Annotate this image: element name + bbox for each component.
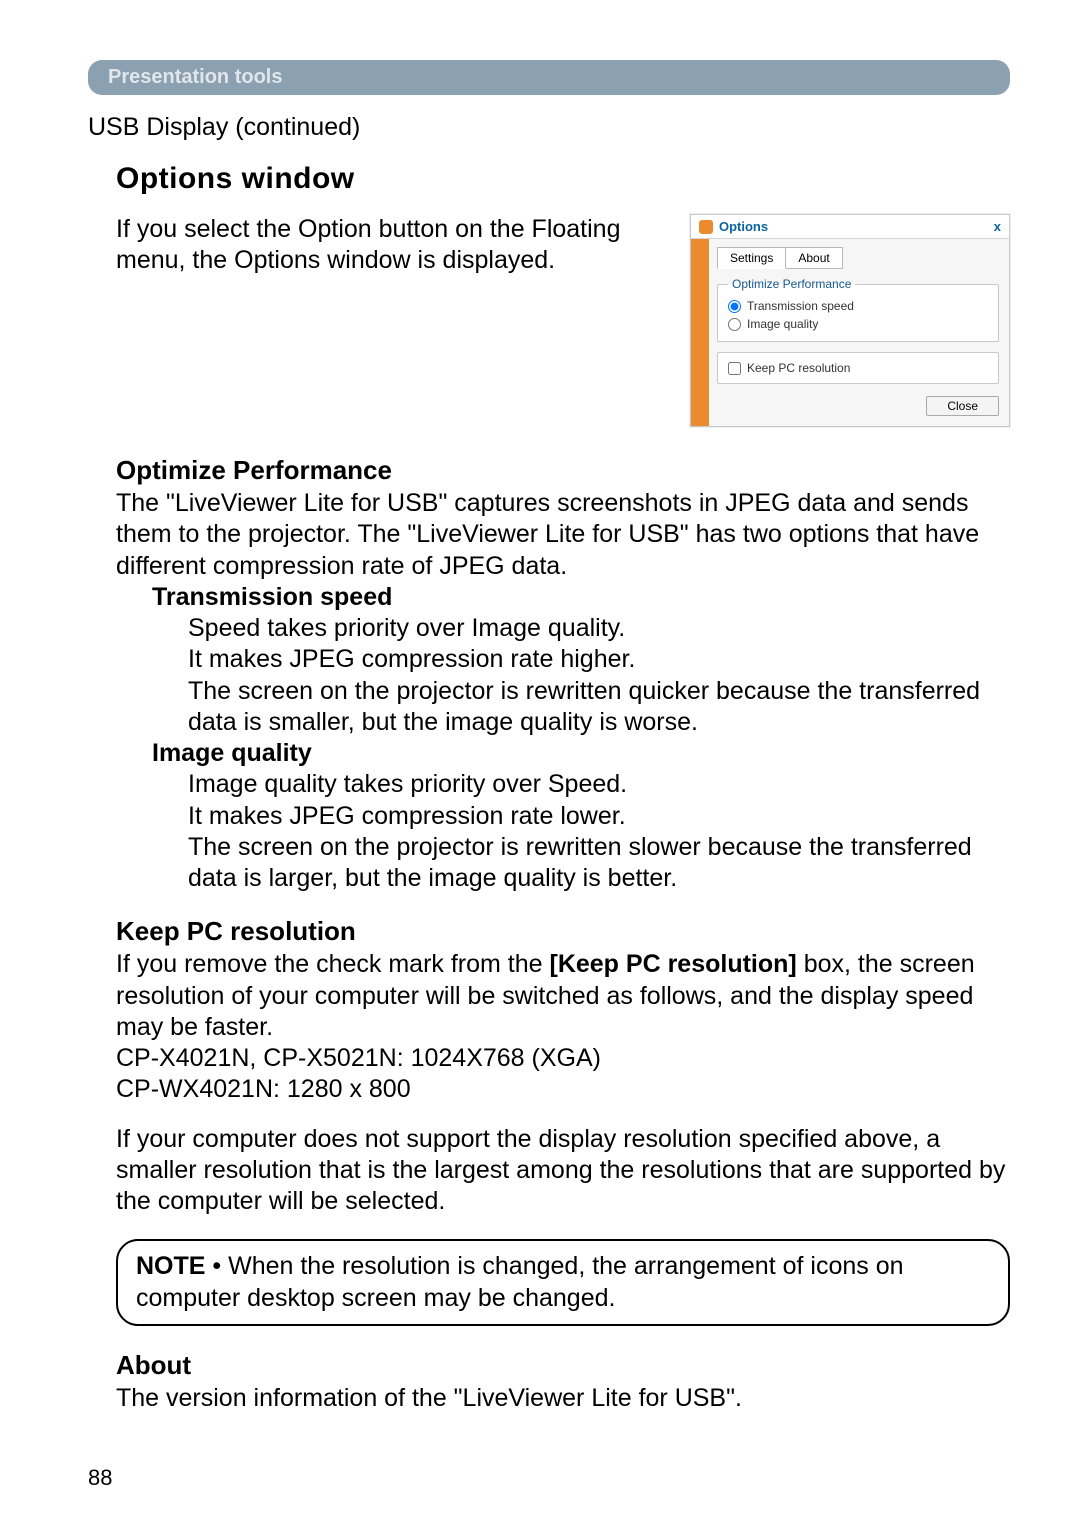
keep-pc-para1: If you remove the check mark from the [K… — [116, 949, 1010, 1043]
speed-line-1: Speed takes priority over Image quality. — [116, 613, 1010, 644]
note-content: NOTE • When the resolution is changed, t… — [136, 1251, 990, 1314]
keep-pc-para2: If your computer does not support the di… — [116, 1124, 1010, 1218]
close-button[interactable]: Close — [926, 396, 999, 416]
dialog-title: Options — [719, 219, 768, 234]
page-number: 88 — [88, 1465, 112, 1491]
quality-line-1: Image quality takes priority over Speed. — [116, 769, 1010, 800]
keep-pc-heading: Keep PC resolution — [116, 916, 1010, 947]
speed-line-2: It makes JPEG compression rate higher. — [116, 644, 1010, 675]
keep-pc-para1-a: If you remove the check mark from the — [116, 950, 550, 978]
about-heading: About — [116, 1350, 1010, 1381]
app-icon — [699, 220, 713, 234]
close-icon[interactable]: x — [994, 219, 1001, 234]
checkbox-keep-pc-resolution-input[interactable] — [728, 362, 741, 375]
dialog-titlebar: Options x — [691, 215, 1009, 239]
quality-line-2: It makes JPEG compression rate lower. — [116, 801, 1010, 832]
radio-image-quality-label: Image quality — [747, 317, 818, 331]
dialog-tabs: Settings About — [717, 247, 999, 269]
image-quality-title: Image quality — [116, 738, 1010, 769]
about-text: The version information of the "LiveView… — [116, 1383, 1010, 1414]
radio-image-quality-input[interactable] — [728, 318, 741, 331]
keep-pc-para1-bold: [Keep PC resolution] — [550, 950, 797, 978]
keep-pc-line2: CP-WX4021N: 1280 x 800 — [116, 1074, 1010, 1105]
breadcrumb-text: Presentation tools — [108, 66, 282, 88]
optimize-fieldset: Optimize Performance Transmission speed … — [717, 277, 999, 342]
quality-line-3: The screen on the projector is rewritten… — [116, 832, 1010, 895]
transmission-speed-title: Transmission speed — [116, 582, 1010, 613]
breadcrumb-bar: Presentation tools — [88, 60, 1010, 95]
dialog-accent-stripe — [691, 239, 709, 426]
radio-transmission-speed-label: Transmission speed — [747, 299, 854, 313]
optimize-performance-heading: Optimize Performance — [116, 455, 1010, 486]
fieldset-legend: Optimize Performance — [728, 277, 855, 291]
tab-about[interactable]: About — [785, 247, 842, 269]
intro-paragraph: If you select the Option button on the F… — [116, 214, 662, 277]
tab-settings[interactable]: Settings — [717, 247, 786, 269]
options-dialog: Options x Settings About Optimize Perfor… — [690, 214, 1010, 427]
radio-transmission-speed[interactable]: Transmission speed — [728, 297, 988, 315]
optimize-performance-para: The "LiveViewer Lite for USB" captures s… — [116, 488, 1010, 582]
continued-line: USB Display (continued) — [88, 113, 1010, 142]
note-label: NOTE — [136, 1252, 205, 1280]
section-title: Options window — [116, 162, 1010, 196]
radio-transmission-speed-input[interactable] — [728, 300, 741, 313]
checkbox-keep-pc-resolution-label: Keep PC resolution — [747, 361, 850, 375]
checkbox-keep-pc-resolution[interactable]: Keep PC resolution — [728, 359, 988, 377]
keep-pc-line1: CP-X4021N, CP-X5021N: 1024X768 (XGA) — [116, 1043, 1010, 1074]
note-text: • When the resolution is changed, the ar… — [136, 1252, 904, 1311]
radio-image-quality[interactable]: Image quality — [728, 315, 988, 333]
speed-line-3: The screen on the projector is rewritten… — [116, 676, 1010, 739]
note-box: NOTE • When the resolution is changed, t… — [116, 1239, 1010, 1326]
